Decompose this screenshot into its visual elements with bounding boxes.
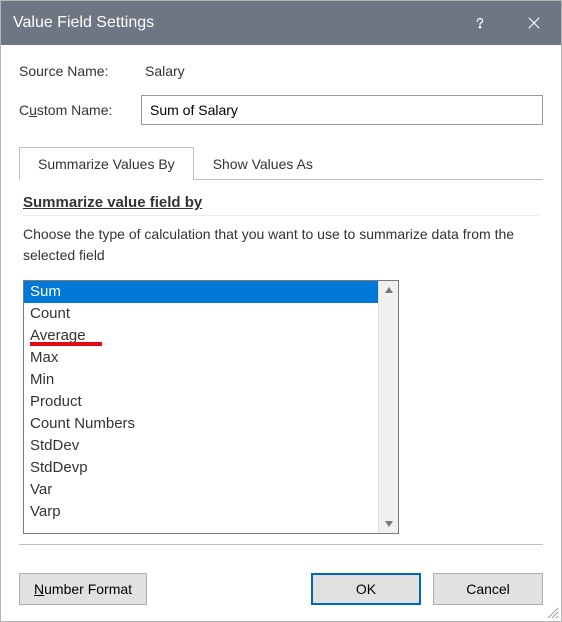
window-title: Value Field Settings [13,14,154,32]
titlebar: Value Field Settings [1,1,561,45]
cancel-button[interactable]: Cancel [433,573,543,605]
scroll-down-icon [384,519,394,529]
custom-name-input[interactable] [141,95,543,125]
help-button[interactable] [453,1,507,45]
scroll-up-icon [384,285,394,295]
list-item[interactable]: StdDev [24,435,378,457]
list-item[interactable]: StdDevp [24,457,378,479]
calculation-listbox-wrap: SumCountAverageMaxMinProductCount Number… [23,280,399,534]
dialog-footer: Number Format OK Cancel [1,559,561,621]
calculation-listbox[interactable]: SumCountAverageMaxMinProductCount Number… [24,281,378,533]
dialog-window: Value Field Settings Source Name: Salary… [0,0,562,622]
help-icon [473,16,487,30]
instruction-text: Choose the type of calculation that you … [23,224,539,266]
annotation-underline [30,342,102,346]
close-icon [527,16,541,30]
number-format-button[interactable]: Number Format [19,573,147,605]
scrollbar[interactable] [378,281,398,533]
custom-name-label: Custom Name: [19,102,141,118]
custom-name-row: Custom Name: [19,95,543,125]
dialog-body: Source Name: Salary Custom Name: Summari… [1,45,561,559]
list-item[interactable]: Count Numbers [24,413,378,435]
ok-button[interactable]: OK [311,573,421,605]
tab-show-values-as[interactable]: Show Values As [194,147,332,180]
list-item[interactable]: Min [24,369,378,391]
source-name-label: Source Name: [19,63,141,79]
tab-summarize-values-by[interactable]: Summarize Values By [19,147,194,180]
section-title: Summarize value field by [23,194,539,216]
resize-grip-icon[interactable] [545,605,559,619]
list-item[interactable]: Varp [24,501,378,523]
tabs: Summarize Values By Show Values As [19,147,543,180]
list-item[interactable]: Var [24,479,378,501]
source-name-value: Salary [145,63,185,79]
close-button[interactable] [507,1,561,45]
list-item[interactable]: Max [24,347,378,369]
source-name-row: Source Name: Salary [19,63,543,79]
list-item[interactable]: Product [24,391,378,413]
tabpanel-summarize: Summarize value field by Choose the type… [19,180,543,545]
list-item[interactable]: Count [24,303,378,325]
list-item[interactable]: Sum [24,281,378,303]
